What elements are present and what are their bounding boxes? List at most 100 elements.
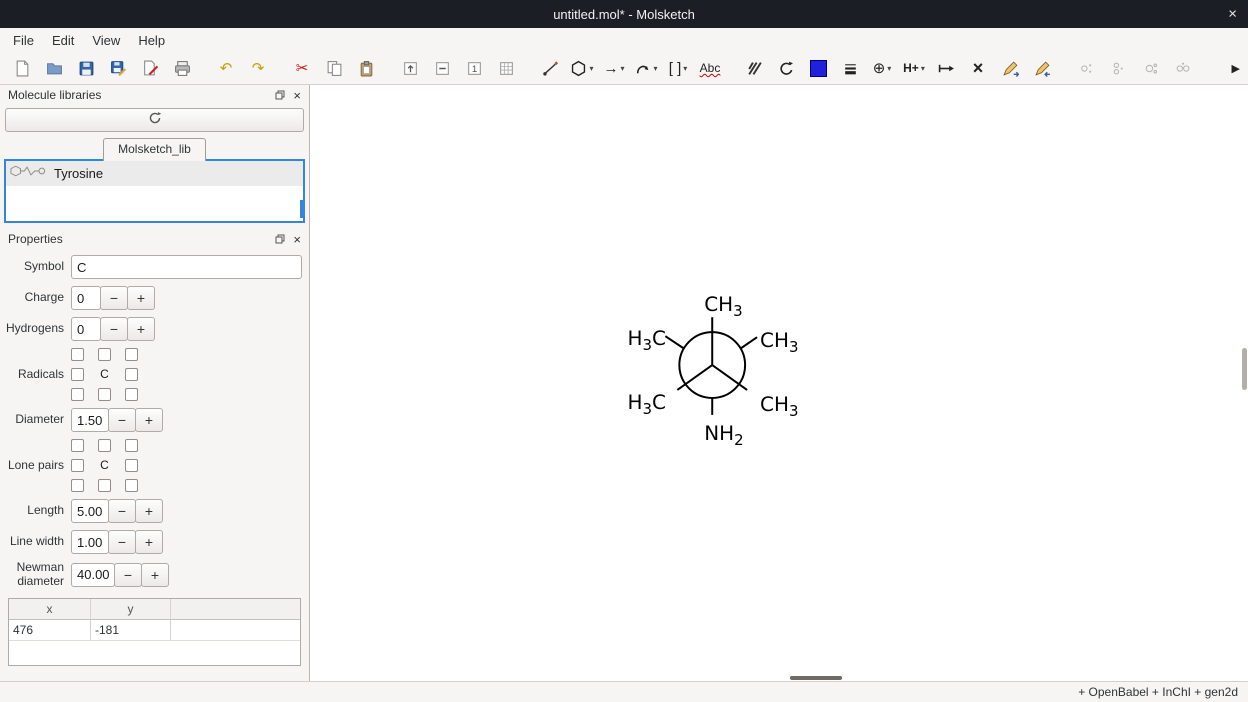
reaction-arrow-tool-button[interactable]: →▾ [600,55,628,81]
charge-tool-button[interactable]: ⊕▾ [868,55,896,81]
length-decrease-button[interactable]: − [108,499,136,523]
undo-button[interactable]: ↶ [212,55,240,81]
refresh-library-button[interactable] [5,108,304,132]
newman-diameter-increase-button[interactable]: + [141,563,169,587]
print-button[interactable] [168,55,196,81]
substituent-label-upper-right[interactable]: CH3 [760,329,798,356]
hatch-mode-button[interactable] [740,55,768,81]
radicals-checkbox-2-2[interactable] [125,388,138,401]
toolbar-overflow-button[interactable]: ▶ [1232,62,1242,75]
lone_pairs-checkbox-1-0[interactable] [71,459,84,472]
library-list-scrollbar[interactable] [300,200,303,218]
newman-diameter-input[interactable] [71,563,115,587]
drawing-canvas[interactable]: CH3 H3C CH3 H3C CH3 NH2 [310,85,1248,681]
text-tool-button[interactable]: Abc [696,55,724,81]
bracket-tool-button-dropdown[interactable]: ▾ [683,64,687,73]
canvas-horizontal-scrollbar[interactable] [790,676,842,680]
properties-close-icon[interactable]: × [293,233,301,246]
menu-view[interactable]: View [83,31,129,50]
lone_pairs-checkbox-2-1[interactable] [98,479,111,492]
modify-increase-button[interactable] [996,55,1024,81]
connector-tool-button[interactable] [932,55,960,81]
insert-item-grid-button[interactable] [492,55,520,81]
mechanism-arrow-tool-button[interactable]: ▾ [632,55,660,81]
delete-tool-button[interactable]: × [964,55,992,81]
menu-help[interactable]: Help [129,31,174,50]
redo-button[interactable]: ↷ [244,55,272,81]
lone_pairs-checkbox-2-2[interactable] [125,479,138,492]
library-item-tyrosine[interactable]: Tyrosine [6,161,303,186]
coordinate-x-cell[interactable]: 476 [9,620,91,641]
lone_pairs-checkbox-0-0[interactable] [71,439,84,452]
hydrogens-decrease-button[interactable]: − [100,317,128,341]
charge-input[interactable] [71,286,101,310]
charge-decrease-button[interactable]: − [100,286,128,310]
radicals-checkbox-1-2[interactable] [125,368,138,381]
substituent-label-upper-left[interactable]: H3C [628,327,666,354]
substituent-label-lower-left[interactable]: H3C [628,391,666,418]
lone_pairs-checkbox-1-2[interactable] [125,459,138,472]
insert-item-number-button[interactable]: 1 [460,55,488,81]
lone_pairs-checkbox-2-0[interactable] [71,479,84,492]
paste-button[interactable] [352,55,380,81]
menu-edit[interactable]: Edit [43,31,83,50]
length-input[interactable] [71,499,109,523]
insert-item-up-button[interactable] [396,55,424,81]
diameter-increase-button[interactable]: + [135,408,163,432]
canvas-vertical-scrollbar[interactable] [1242,348,1247,390]
coordinate-y-cell[interactable]: -181 [91,620,171,641]
line-width-increase-button[interactable]: + [135,530,163,554]
save-as-button[interactable] [104,55,132,81]
radicals-checkbox-0-0[interactable] [71,348,84,361]
radicals-checkbox-0-1[interactable] [98,348,111,361]
color-swatch-button[interactable] [804,55,832,81]
libraries-float-icon[interactable] [275,90,285,100]
lone_pairs-checkbox-0-2[interactable] [125,439,138,452]
reaction-arrow-tool-button-dropdown[interactable]: ▾ [620,64,624,73]
diameter-input[interactable] [71,408,109,432]
ring-tool-button[interactable]: ▾ [568,55,596,81]
new-file-button[interactable] [8,55,36,81]
charge-increase-button[interactable]: + [127,286,155,310]
radicals-checkbox-0-2[interactable] [125,348,138,361]
molsketch-window: untitled.mol* - Molsketch × File Edit Vi… [0,0,1248,702]
properties-float-icon[interactable] [275,234,285,244]
radicals-checkbox-2-1[interactable] [98,388,111,401]
radicals-checkbox-1-0[interactable] [71,368,84,381]
tab-molsketch-lib[interactable]: Molsketch_lib [103,138,206,161]
substituent-label-bottom[interactable]: NH2 [704,422,743,449]
rotate-tool-button[interactable] [772,55,800,81]
diameter-decrease-button[interactable]: − [108,408,136,432]
copy-button[interactable] [320,55,348,81]
hydrogen-tool-button[interactable]: H+▾ [900,55,928,81]
charge-tool-button-dropdown[interactable]: ▾ [887,64,891,73]
newman-diameter-decrease-button[interactable]: − [114,563,142,587]
line-width-input[interactable] [71,530,109,554]
cut-button[interactable]: ✂ [288,55,316,81]
symbol-input[interactable] [71,255,302,279]
radicals-checkbox-2-0[interactable] [71,388,84,401]
draw-tool-button[interactable] [536,55,564,81]
line-width-button[interactable] [836,55,864,81]
hydrogens-input[interactable] [71,317,101,341]
substituent-label-top[interactable]: CH3 [704,293,742,320]
insert-item-minus-button[interactable] [428,55,456,81]
export-button[interactable] [136,55,164,81]
pencil-down-icon [1034,60,1051,77]
newman-projection-bonds[interactable] [665,317,757,415]
modify-decrease-button[interactable] [1028,55,1056,81]
hydrogen-tool-button-dropdown[interactable]: ▾ [921,64,925,73]
line-width-decrease-button[interactable]: − [108,530,136,554]
bracket-tool-button[interactable]: [ ]▾ [664,55,692,81]
mechanism-arrow-tool-button-dropdown[interactable]: ▾ [653,64,657,73]
menu-file[interactable]: File [4,31,43,50]
save-button[interactable] [72,55,100,81]
libraries-close-icon[interactable]: × [293,89,301,102]
open-file-button[interactable] [40,55,68,81]
window-close-button[interactable]: × [1228,7,1237,22]
lone_pairs-checkbox-0-1[interactable] [98,439,111,452]
substituent-label-lower-right[interactable]: CH3 [760,393,798,420]
ring-tool-button-dropdown[interactable]: ▾ [589,64,593,73]
length-increase-button[interactable]: + [135,499,163,523]
hydrogens-increase-button[interactable]: + [127,317,155,341]
